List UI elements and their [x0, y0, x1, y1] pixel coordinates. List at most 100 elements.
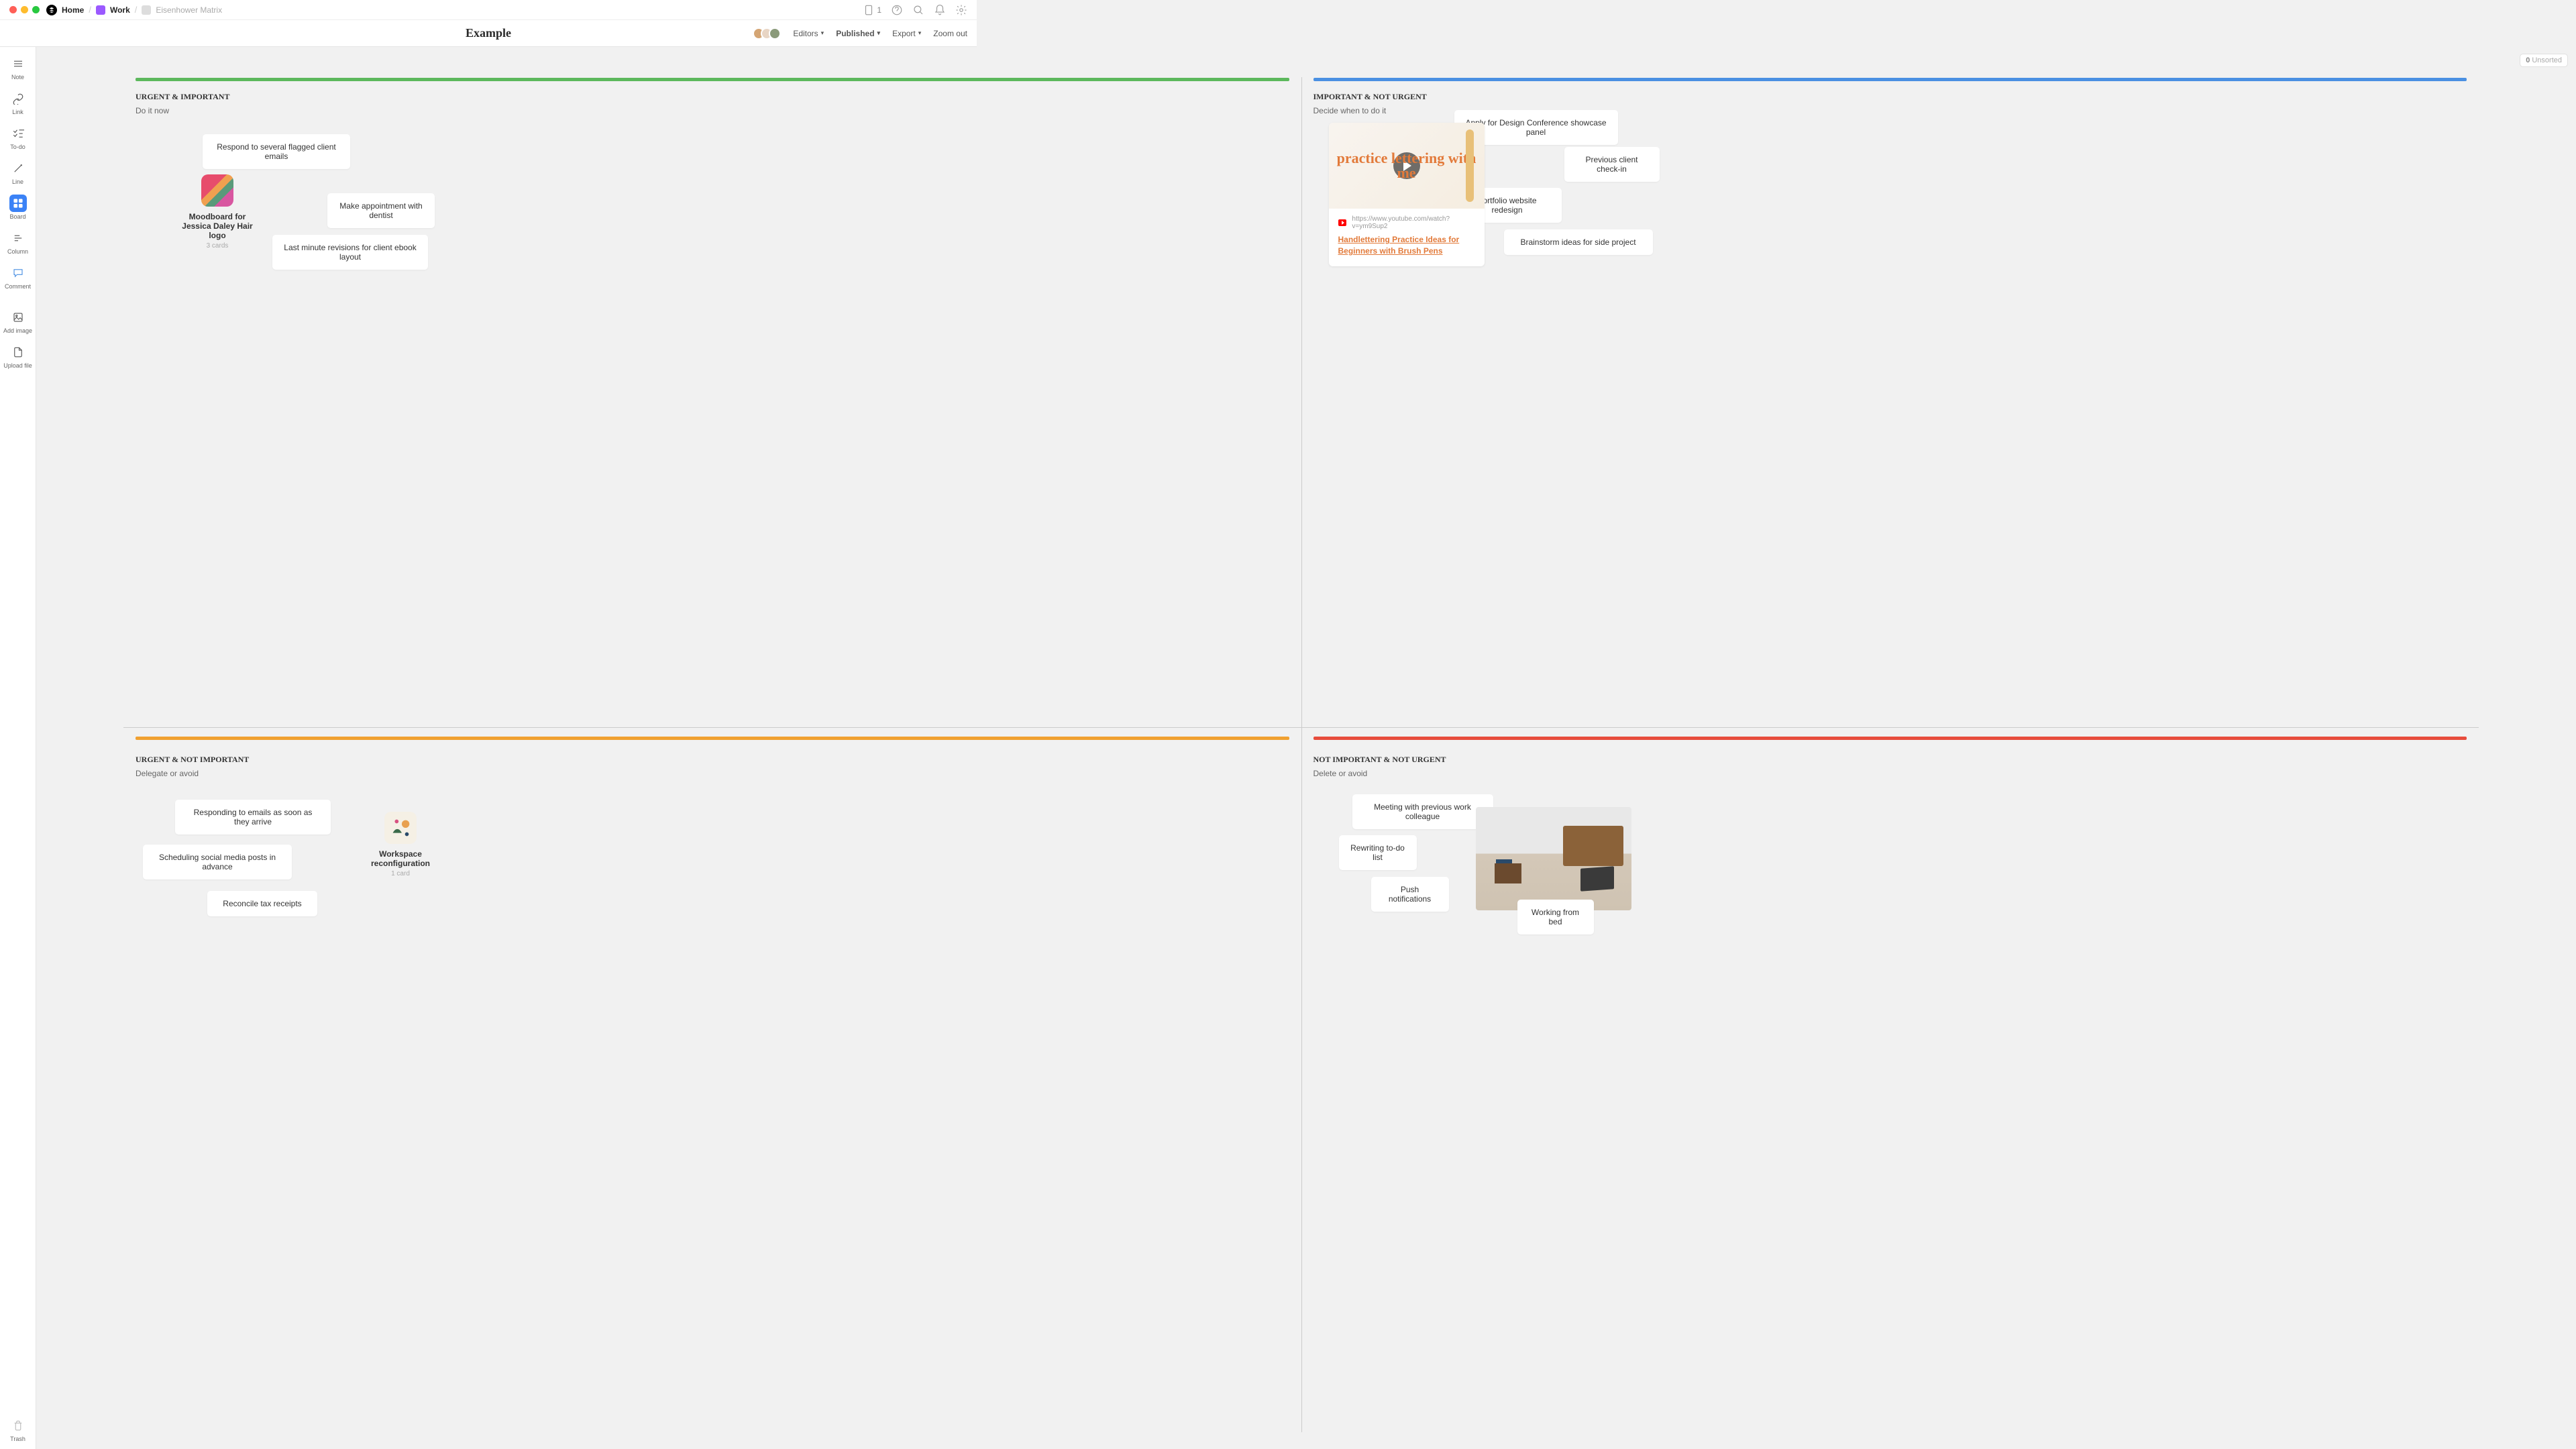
published-dropdown[interactable]: Published▾ — [836, 29, 880, 38]
quadrant-title: IMPORTANT & NOT URGENT — [1313, 92, 2467, 102]
board-workspace[interactable]: Workspace reconfiguration 1 card — [364, 812, 437, 877]
quadrant-important-not-urgent: IMPORTANT & NOT URGENT Decide when to do… — [1301, 74, 2479, 727]
page-icon — [142, 5, 151, 15]
tool-comment[interactable]: Comment — [0, 260, 36, 295]
tool-add-image[interactable]: Add image — [0, 305, 36, 339]
quadrant-title: URGENT & IMPORTANT — [136, 92, 1289, 102]
card-rewrite[interactable]: Rewriting to-do list — [1339, 835, 1417, 870]
help-icon[interactable] — [891, 4, 903, 16]
card-brainstorm[interactable]: Brainstorm ideas for side project — [1504, 229, 1653, 255]
close-window-button[interactable] — [9, 6, 17, 13]
quadrant-color-bar — [1313, 78, 2467, 81]
tool-link[interactable]: Link — [0, 86, 36, 121]
quadrant-title: URGENT & NOT IMPORTANT — [136, 755, 1289, 765]
collaborator-avatars[interactable] — [757, 28, 781, 40]
chevron-down-icon: ▾ — [918, 30, 922, 37]
file-icon — [9, 343, 27, 361]
board-name: Moodboard for Jessica Daley Hair logo — [174, 212, 261, 240]
breadcrumb-home[interactable]: Home — [62, 5, 84, 15]
board-card-count: 1 card — [364, 870, 437, 877]
card-appointment[interactable]: Make appointment with dentist — [327, 193, 435, 228]
notifications-icon[interactable] — [934, 4, 946, 16]
minimize-window-button[interactable] — [21, 6, 28, 13]
home-icon[interactable] — [46, 5, 57, 15]
window-titlebar: Home / Work / Eisenhower Matrix 1 — [0, 0, 977, 20]
tool-sidebar: Note Link To-do Line Board Column Commen… — [0, 47, 36, 1449]
settings-icon[interactable] — [955, 4, 967, 16]
card-emails[interactable]: Respond to several flagged client emails — [203, 134, 350, 169]
breadcrumb-current: Eisenhower Matrix — [156, 5, 222, 15]
card-responding[interactable]: Responding to emails as soon as they arr… — [175, 800, 331, 835]
tool-line[interactable]: Line — [0, 156, 36, 191]
export-dropdown[interactable]: Export▾ — [892, 29, 921, 38]
board-name: Workspace reconfiguration — [364, 849, 437, 868]
tool-trash[interactable]: Trash — [0, 1413, 36, 1449]
traffic-lights — [9, 6, 40, 13]
breadcrumb: Home / Work / Eisenhower Matrix — [46, 5, 863, 15]
quadrant-subtitle: Do it now — [136, 106, 1289, 115]
eisenhower-matrix: URGENT & IMPORTANT Do it now Respond to … — [123, 74, 2479, 1436]
video-url: https://www.youtube.com/watch?v=ym9Sup2 — [1352, 215, 1474, 230]
tool-column[interactable]: Column — [0, 225, 36, 260]
card-count-value: 1 — [877, 5, 881, 15]
card-revisions[interactable]: Last minute revisions for client ebook l… — [272, 235, 428, 270]
tool-todo[interactable]: To-do — [0, 121, 36, 156]
breadcrumb-separator: / — [135, 5, 138, 15]
zoom-out-button[interactable]: Zoom out — [933, 29, 967, 38]
link-icon — [9, 90, 27, 107]
tool-note[interactable]: Note — [0, 51, 36, 86]
card-meeting[interactable]: Meeting with previous work colleague — [1352, 794, 1493, 829]
video-thumbnail: practice lettering with me — [1329, 123, 1485, 209]
card-social[interactable]: Scheduling social media posts in advance — [143, 845, 292, 879]
bedroom-image[interactable] — [1476, 807, 1631, 910]
board-moodboard[interactable]: Moodboard for Jessica Daley Hair logo 3 … — [174, 174, 261, 250]
quadrant-title: NOT IMPORTANT & NOT URGENT — [1313, 755, 2467, 765]
card-bed[interactable]: Working from bed — [1517, 900, 1594, 934]
video-lettering-text: practice lettering with me — [1329, 151, 1485, 180]
board-icon — [9, 195, 27, 212]
header-actions: Editors▾ Published▾ Export▾ Zoom out — [757, 28, 967, 40]
search-icon[interactable] — [912, 4, 924, 16]
pencil-graphic — [1466, 129, 1474, 202]
youtube-icon — [1338, 219, 1347, 226]
image-icon — [9, 309, 27, 326]
breadcrumb-separator: / — [89, 5, 91, 15]
card-tax[interactable]: Reconcile tax receipts — [207, 891, 317, 916]
note-icon — [9, 55, 27, 72]
tool-board[interactable]: Board — [0, 191, 36, 225]
chevron-down-icon: ▾ — [877, 30, 881, 37]
trash-icon — [9, 1417, 27, 1434]
card-push[interactable]: Push notifications — [1371, 877, 1449, 912]
card-count-badge[interactable]: 1 — [863, 4, 881, 16]
work-folder-icon — [96, 5, 105, 15]
card-previous-client[interactable]: Previous client check-in — [1564, 147, 1660, 182]
board-thumbnail — [384, 812, 417, 844]
editors-dropdown[interactable]: Editors▾ — [793, 29, 824, 38]
chevron-down-icon: ▾ — [821, 30, 824, 37]
quadrant-color-bar — [1313, 737, 2467, 740]
topbar-actions: 1 — [863, 4, 967, 16]
quadrant-subtitle: Delegate or avoid — [136, 769, 1289, 778]
line-icon — [9, 160, 27, 177]
board-thumbnail — [201, 174, 233, 207]
quadrant-urgent-not-important: URGENT & NOT IMPORTANT Delegate or avoid… — [123, 727, 1301, 1436]
board-card-count: 3 cards — [174, 242, 261, 250]
maximize-window-button[interactable] — [32, 6, 40, 13]
video-card[interactable]: practice lettering with me https://www.y… — [1329, 123, 1485, 266]
column-icon — [9, 229, 27, 247]
quadrant-not-important-not-urgent: NOT IMPORTANT & NOT URGENT Delete or avo… — [1301, 727, 2479, 1436]
quadrant-color-bar — [136, 737, 1289, 740]
quadrant-subtitle: Delete or avoid — [1313, 769, 2467, 778]
tool-upload-file[interactable]: Upload file — [0, 339, 36, 374]
video-title[interactable]: Handlettering Practice Ideas for Beginne… — [1338, 234, 1475, 257]
page-title: Example — [466, 26, 511, 40]
canvas[interactable]: 0Unsorted URGENT & IMPORTANT Do it now R… — [36, 47, 2576, 1449]
quadrant-color-bar — [136, 78, 1289, 81]
todo-icon — [9, 125, 27, 142]
unsorted-badge[interactable]: 0Unsorted — [2520, 54, 2568, 67]
card-icon — [863, 4, 875, 16]
page-header: Example Editors▾ Published▾ Export▾ Zoom… — [0, 20, 977, 47]
quadrant-urgent-important: URGENT & IMPORTANT Do it now Respond to … — [123, 74, 1301, 727]
comment-icon — [9, 264, 27, 282]
breadcrumb-work[interactable]: Work — [110, 5, 130, 15]
